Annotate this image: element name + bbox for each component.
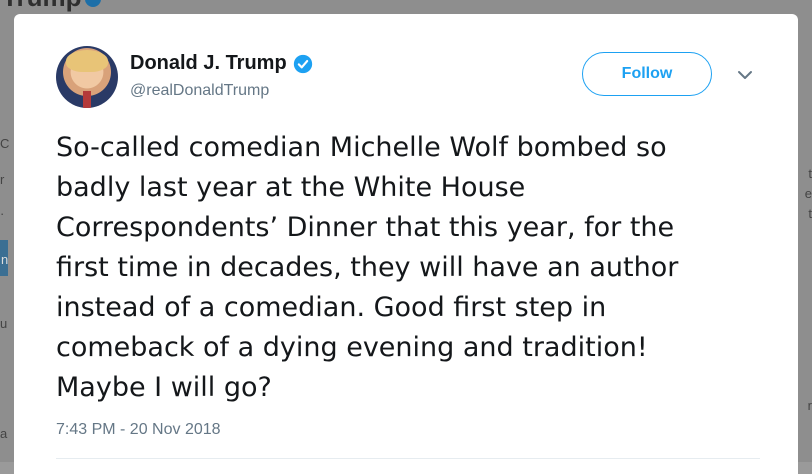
chevron-down-icon[interactable] (736, 68, 754, 82)
tweet-modal: Donald J. Trump @realDonaldTrump Follow … (14, 14, 798, 474)
avatar[interactable] (56, 46, 118, 108)
background-edge-glyph: n (1, 252, 9, 267)
divider (56, 458, 760, 459)
author-handle[interactable]: @realDonaldTrump (130, 82, 269, 100)
background-edge-glyph: u (0, 316, 8, 331)
background-edge-glyph: C (0, 136, 10, 151)
background-edge-glyph: · (0, 206, 5, 221)
background-edge-glyph: r (0, 172, 5, 187)
author-name-row[interactable]: Donald J. Trump (130, 52, 313, 75)
background-edge-glyph: a (0, 426, 8, 441)
background-profile-name: Trump (2, 0, 102, 13)
background-name-text: Trump (2, 0, 81, 12)
background-edge-glyph: e (804, 186, 812, 201)
avatar-hair (66, 50, 108, 72)
author-display-name[interactable]: Donald J. Trump (130, 52, 287, 75)
tweet-text: So-called comedian Michelle Wolf bombed … (56, 132, 679, 403)
avatar-tie (83, 91, 91, 108)
tweet-timestamp[interactable]: 7:43 PM - 20 Nov 2018 (56, 421, 221, 439)
background-edge-glyph: t (808, 206, 812, 221)
follow-button[interactable]: Follow (582, 52, 712, 96)
background-edge-glyph: r (807, 398, 812, 413)
background-verified-icon (85, 0, 102, 8)
background-edge-glyph: t (808, 166, 812, 181)
verified-badge-icon (293, 54, 312, 73)
